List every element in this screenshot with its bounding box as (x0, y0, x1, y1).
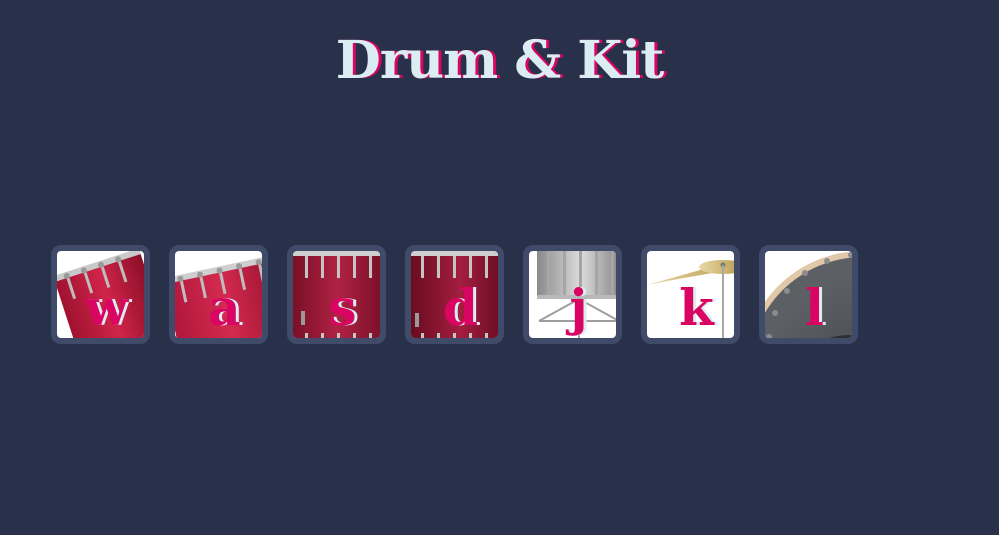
drum-button-s[interactable]: s (287, 245, 386, 344)
drum-button-l[interactable]: l (759, 245, 858, 344)
drum-button-a[interactable]: a (169, 245, 268, 344)
key-label-s: s (328, 277, 357, 337)
key-label-l: l (805, 277, 824, 337)
drum-button-d[interactable]: d (405, 245, 504, 344)
drum-button-k[interactable]: k (641, 245, 740, 344)
key-label-w: w (84, 277, 129, 337)
key-label-d: d (443, 277, 478, 337)
drum-set: w a s d j k l (51, 245, 858, 344)
key-label-k: k (679, 277, 714, 337)
drum-button-j[interactable]: j (523, 245, 622, 344)
key-label-j: j (569, 277, 588, 337)
page-title: Drum & Kit (335, 30, 664, 91)
drum-button-w[interactable]: w (51, 245, 150, 344)
key-label-a: a (208, 277, 241, 337)
